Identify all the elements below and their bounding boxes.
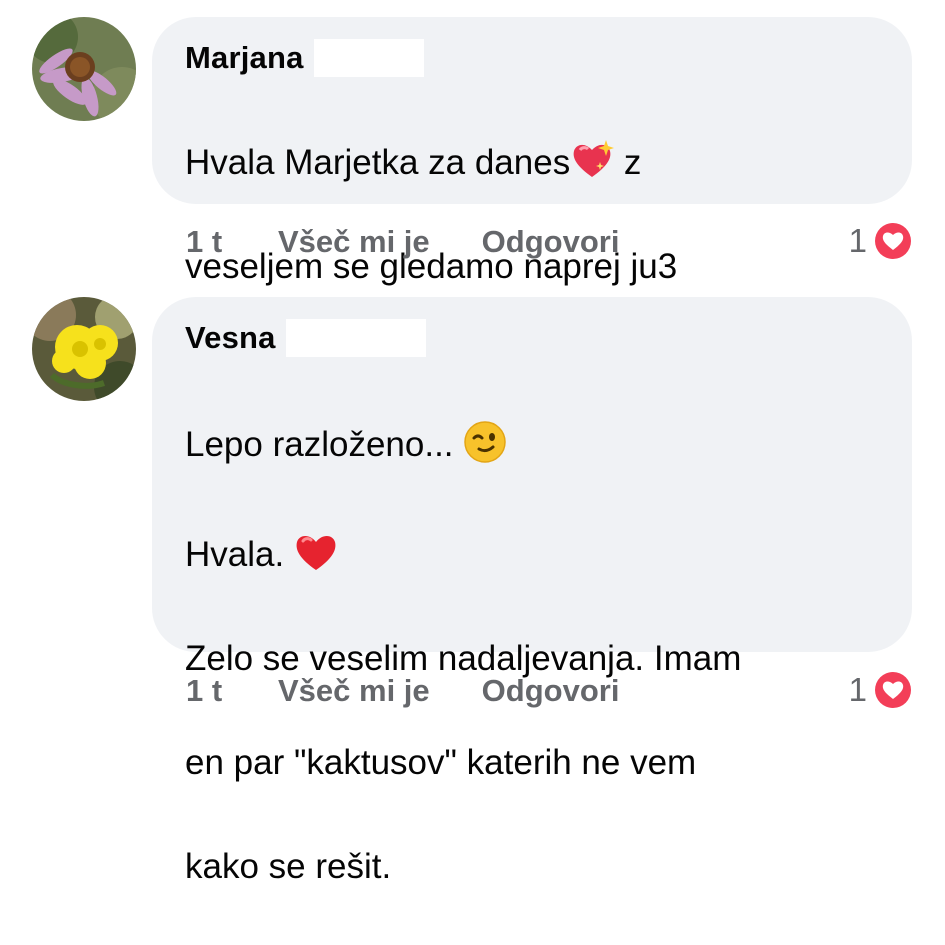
reply-button[interactable]: Odgovori [482,224,620,260]
avatar-flower-image [32,17,136,121]
comment-actions: 1 t Všeč mi je Odgovori [186,673,619,709]
comment-actions: 1 t Všeč mi je Odgovori [186,224,619,260]
comment-text-line: Hvala Marjetka za danes [185,143,571,182]
reaction-count: 1 [848,671,867,708]
love-reaction-icon [871,219,915,263]
comment-bubble: Vesna Lepo razloženo... Hvala. Zelo se v… [152,297,912,886]
comment-author[interactable]: Vesna [185,320,276,356]
reaction-summary[interactable]: 1 [849,668,915,712]
reaction-count: 1 [848,222,867,259]
sparkling-heart-icon [570,138,615,182]
reply-button[interactable]: Odgovori [482,673,620,709]
red-heart-icon [294,530,338,574]
comment-timestamp[interactable]: 1 t [186,673,278,709]
comment-text-line: en par "kaktusov" katerih ne vem [185,743,697,782]
reaction-summary[interactable]: 1 [849,219,915,263]
like-button[interactable]: Všeč mi je [278,224,430,260]
winking-face-icon [463,420,507,464]
love-reaction-icon [871,668,915,712]
redacted-surname [285,319,426,357]
comment-text-line: Lepo razloženo... [185,425,464,464]
comment-text-line: Hvala. [185,535,294,574]
comment-bubble: Marjana Hvala Marjetka za danes z veselj… [152,17,912,286]
comment-author[interactable]: Marjana [185,40,304,76]
redacted-surname [313,39,424,77]
comment-text-line: z [614,143,642,182]
avatar[interactable] [32,297,136,401]
comment-text: Lepo razloženo... Hvala. Zelo se veselim… [185,367,876,945]
avatar-cactus-flower-image [32,297,136,401]
comment-timestamp[interactable]: 1 t [186,224,278,260]
avatar[interactable] [32,17,136,121]
comment-text-line: kako se rešit. [185,847,392,886]
like-button[interactable]: Všeč mi je [278,673,430,709]
